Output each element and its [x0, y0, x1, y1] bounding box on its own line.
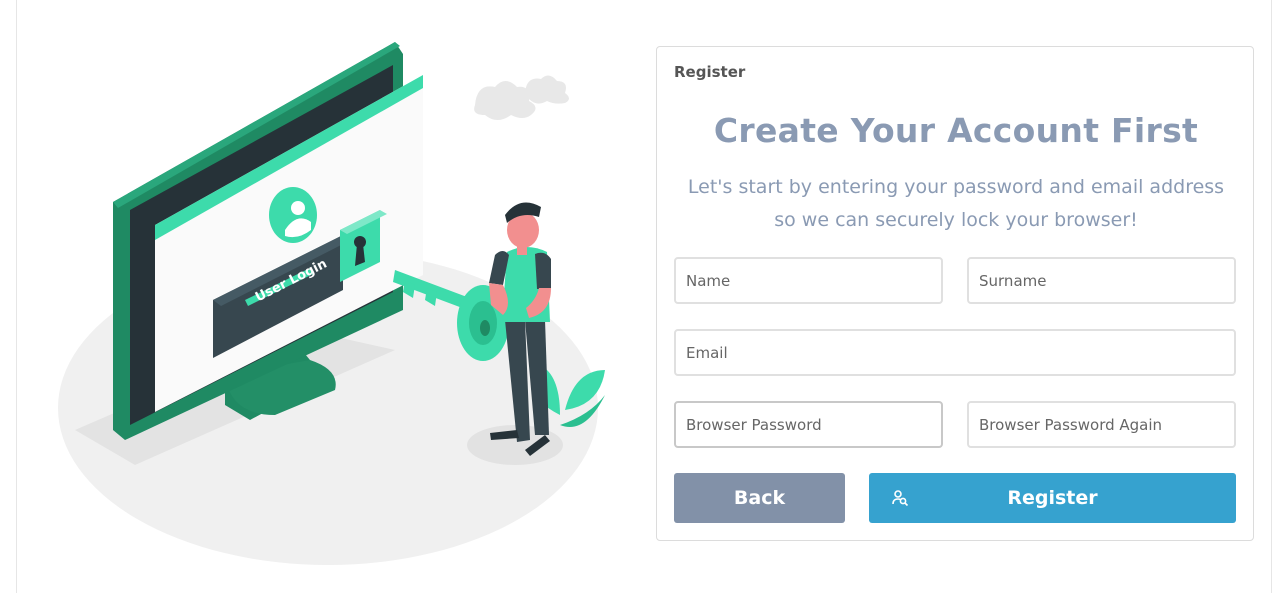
browser-password-again-input[interactable] [967, 401, 1236, 448]
browser-password-input[interactable] [674, 401, 943, 448]
email-input[interactable] [674, 329, 1236, 376]
name-input[interactable] [674, 257, 943, 304]
card-header-label: Register [674, 63, 746, 81]
key-login-illustration-svg [58, 42, 605, 565]
subtitle-line-1: Let's start by entering your password an… [687, 176, 1225, 198]
surname-input[interactable] [967, 257, 1236, 304]
register-card: Register Create Your Account First Let's… [656, 46, 1254, 541]
login-illustration: User Login [55, 30, 615, 575]
subtitle-line-2: so we can securely lock your browser! [774, 209, 1138, 231]
page-title: Create Your Account First [713, 111, 1199, 150]
register-button-label: Register [1007, 487, 1098, 509]
register-button[interactable]: Register [869, 473, 1236, 523]
back-button[interactable]: Back [674, 473, 845, 523]
page-subtitle: Let's start by entering your password an… [672, 171, 1240, 237]
